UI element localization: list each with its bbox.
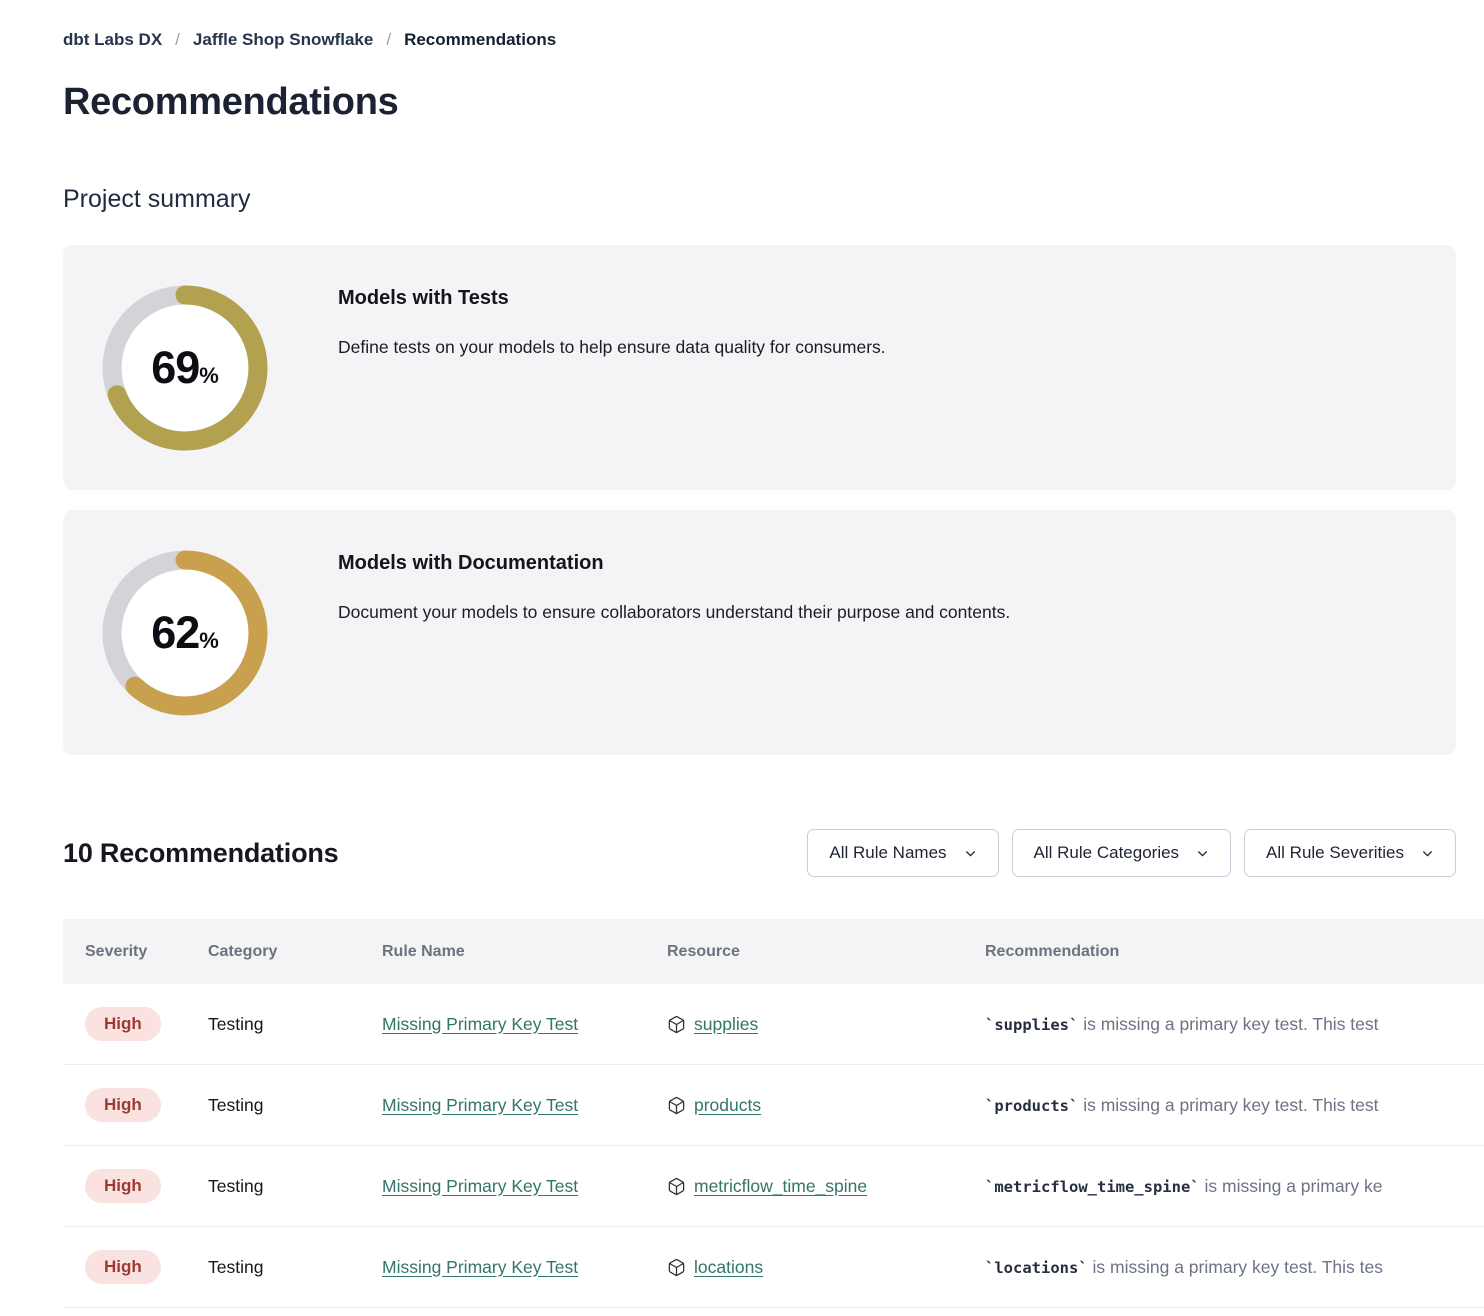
model-cube-icon xyxy=(667,1177,686,1196)
breadcrumb-separator: / xyxy=(386,30,391,50)
recommendation-text: is missing a primary key test. This tes xyxy=(1093,1257,1383,1277)
category-cell: Testing xyxy=(208,1257,382,1278)
card-title-models-with-tests: Models with Tests xyxy=(338,287,886,310)
recommendation-code: `locations` xyxy=(985,1259,1088,1277)
summary-card-models-with-documentation: 62% Models with Documentation Document y… xyxy=(63,510,1456,755)
filter-rule-names-label: All Rule Names xyxy=(829,843,946,863)
col-category: Category xyxy=(208,943,382,961)
filter-rule-severities[interactable]: All Rule Severities xyxy=(1244,829,1456,877)
severity-badge: High xyxy=(85,1088,161,1122)
category-cell: Testing xyxy=(208,1014,382,1035)
page-title: Recommendations xyxy=(63,81,1456,124)
resource-link[interactable]: metricflow_time_spine xyxy=(694,1176,867,1197)
breadcrumb: dbt Labs DX / Jaffle Shop Snowflake / Re… xyxy=(63,30,1456,50)
tests-percent-unit: % xyxy=(199,363,219,388)
table-row: High Testing Missing Primary Key Test pr… xyxy=(63,1065,1484,1146)
filter-rule-severities-label: All Rule Severities xyxy=(1266,843,1404,863)
recommendations-count-heading: 10 Recommendations xyxy=(63,838,338,869)
table-row: High Testing Missing Primary Key Test su… xyxy=(63,984,1484,1065)
chevron-down-icon xyxy=(964,847,977,860)
summary-card-models-with-tests: 69% Models with Tests Define tests on yo… xyxy=(63,245,1456,490)
col-severity: Severity xyxy=(85,943,208,961)
rule-name-link[interactable]: Missing Primary Key Test xyxy=(382,1095,578,1115)
project-summary-heading: Project summary xyxy=(63,185,1456,214)
filter-rule-categories-label: All Rule Categories xyxy=(1034,843,1180,863)
severity-badge: High xyxy=(85,1007,161,1041)
col-rule-name: Rule Name xyxy=(382,943,667,961)
severity-badge: High xyxy=(85,1169,161,1203)
breadcrumb-item-account[interactable]: dbt Labs DX xyxy=(63,30,162,50)
recommendation-text: is missing a primary key test. This test xyxy=(1083,1014,1378,1034)
resource-link[interactable]: supplies xyxy=(694,1014,758,1035)
tests-donut-chart: 69% xyxy=(100,283,270,453)
rule-name-link[interactable]: Missing Primary Key Test xyxy=(382,1176,578,1196)
recommendation-code: `products` xyxy=(985,1097,1078,1115)
recommendation-text: is missing a primary key test. This test xyxy=(1083,1095,1378,1115)
col-recommendation: Recommendation xyxy=(985,943,1484,961)
documentation-percent-unit: % xyxy=(199,628,219,653)
filter-rule-names[interactable]: All Rule Names xyxy=(807,829,998,877)
documentation-donut-chart: 62% xyxy=(100,548,270,718)
card-title-models-with-documentation: Models with Documentation xyxy=(338,552,1010,575)
filter-rule-categories[interactable]: All Rule Categories xyxy=(1012,829,1232,877)
col-resource: Resource xyxy=(667,943,985,961)
breadcrumb-item-current: Recommendations xyxy=(404,30,556,50)
model-cube-icon xyxy=(667,1015,686,1034)
chevron-down-icon xyxy=(1421,847,1434,860)
category-cell: Testing xyxy=(208,1095,382,1116)
chevron-down-icon xyxy=(1196,847,1209,860)
card-description-models-with-tests: Define tests on your models to help ensu… xyxy=(338,337,886,358)
recommendation-text: is missing a primary ke xyxy=(1205,1176,1383,1196)
table-row: High Testing Missing Primary Key Test me… xyxy=(63,1146,1484,1227)
resource-link[interactable]: locations xyxy=(694,1257,763,1278)
documentation-percent-value: 62 xyxy=(151,607,199,658)
recommendation-code: `metricflow_time_spine` xyxy=(985,1178,1200,1196)
recommendations-page: dbt Labs DX / Jaffle Shop Snowflake / Re… xyxy=(0,0,1484,1308)
table-row: High Testing Missing Primary Key Test lo… xyxy=(63,1227,1484,1308)
breadcrumb-separator: / xyxy=(175,30,180,50)
resource-link[interactable]: products xyxy=(694,1095,761,1116)
model-cube-icon xyxy=(667,1096,686,1115)
rule-name-link[interactable]: Missing Primary Key Test xyxy=(382,1257,578,1277)
card-description-models-with-documentation: Document your models to ensure collabora… xyxy=(338,602,1010,623)
breadcrumb-item-project[interactable]: Jaffle Shop Snowflake xyxy=(193,30,373,50)
rule-name-link[interactable]: Missing Primary Key Test xyxy=(382,1014,578,1034)
severity-badge: High xyxy=(85,1250,161,1284)
filter-bar: All Rule Names All Rule Categories All R… xyxy=(807,829,1456,877)
table-header-row: Severity Category Rule Name Resource Rec… xyxy=(63,919,1484,984)
category-cell: Testing xyxy=(208,1176,382,1197)
tests-percent-value: 69 xyxy=(151,342,199,393)
recommendations-table: Severity Category Rule Name Resource Rec… xyxy=(63,919,1484,1308)
recommendation-code: `supplies` xyxy=(985,1016,1078,1034)
model-cube-icon xyxy=(667,1258,686,1277)
